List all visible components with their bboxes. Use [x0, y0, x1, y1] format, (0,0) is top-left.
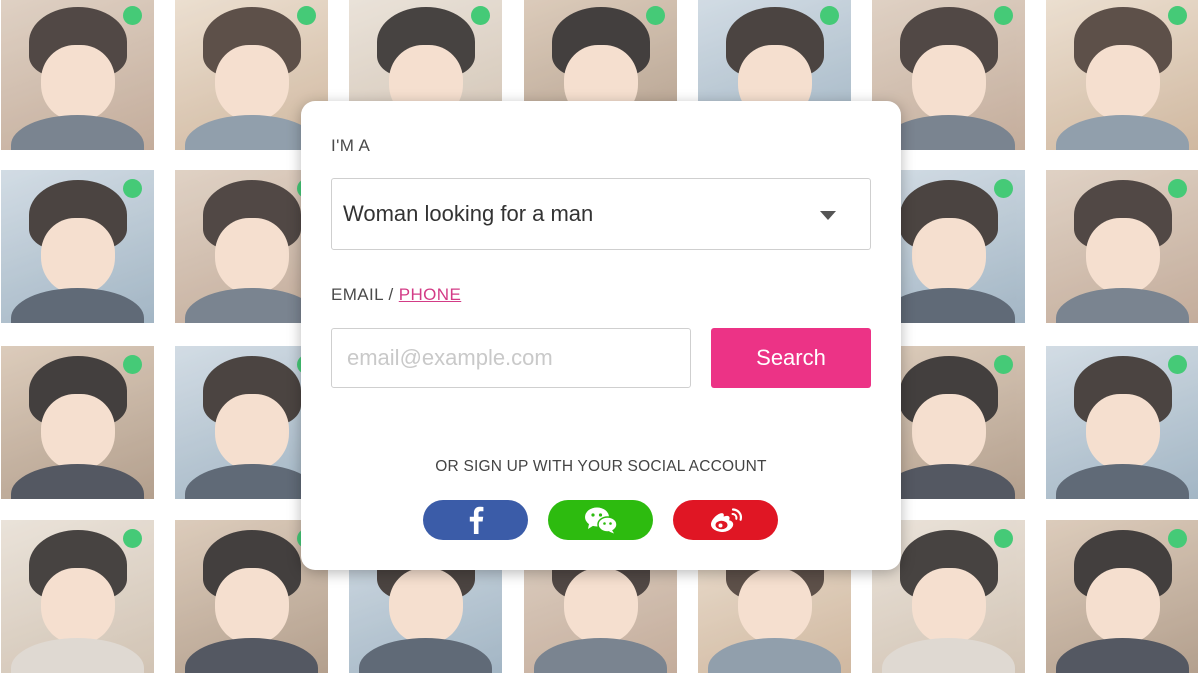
online-status-dot	[994, 6, 1013, 25]
email-phone-label: EMAIL / PHONE	[331, 285, 461, 305]
chevron-down-icon	[820, 211, 836, 220]
online-status-dot	[1168, 529, 1187, 548]
search-button[interactable]: Search	[711, 328, 871, 388]
email-label: EMAIL /	[331, 285, 399, 304]
profile-photo[interactable]	[1, 170, 154, 323]
weibo-signup-button[interactable]	[673, 500, 778, 540]
profile-photo[interactable]	[1046, 0, 1198, 150]
social-signup-buttons	[423, 500, 778, 540]
signup-card: I'M A Woman looking for a man EMAIL / PH…	[301, 101, 901, 570]
online-status-dot	[123, 179, 142, 198]
im-a-label: I'M A	[331, 136, 371, 155]
online-status-dot	[994, 529, 1013, 548]
wechat-signup-button[interactable]	[548, 500, 653, 540]
online-status-dot	[1168, 179, 1187, 198]
seeking-select[interactable]: Woman looking for a man	[331, 178, 871, 250]
profile-photo[interactable]	[1, 520, 154, 673]
online-status-dot	[123, 6, 142, 25]
seeking-select-value: Woman looking for a man	[343, 201, 594, 226]
profile-photo[interactable]	[1046, 520, 1198, 673]
profile-photo[interactable]	[1, 0, 154, 150]
online-status-dot	[471, 6, 490, 25]
online-status-dot	[123, 529, 142, 548]
facebook-icon	[469, 506, 483, 534]
online-status-dot	[297, 6, 316, 25]
profile-photo[interactable]	[1046, 346, 1198, 499]
online-status-dot	[994, 179, 1013, 198]
profile-photo[interactable]	[1, 346, 154, 499]
phone-link[interactable]: PHONE	[399, 285, 461, 304]
online-status-dot	[123, 355, 142, 374]
online-status-dot	[646, 6, 665, 25]
facebook-signup-button[interactable]	[423, 500, 528, 540]
online-status-dot	[994, 355, 1013, 374]
social-signup-label: OR SIGN UP WITH YOUR SOCIAL ACCOUNT	[435, 458, 767, 475]
weibo-icon	[710, 508, 742, 532]
profile-photo[interactable]	[1046, 170, 1198, 323]
online-status-dot	[1168, 6, 1187, 25]
wechat-icon	[584, 507, 618, 534]
online-status-dot	[1168, 355, 1187, 374]
email-input[interactable]	[331, 328, 691, 388]
online-status-dot	[820, 6, 839, 25]
